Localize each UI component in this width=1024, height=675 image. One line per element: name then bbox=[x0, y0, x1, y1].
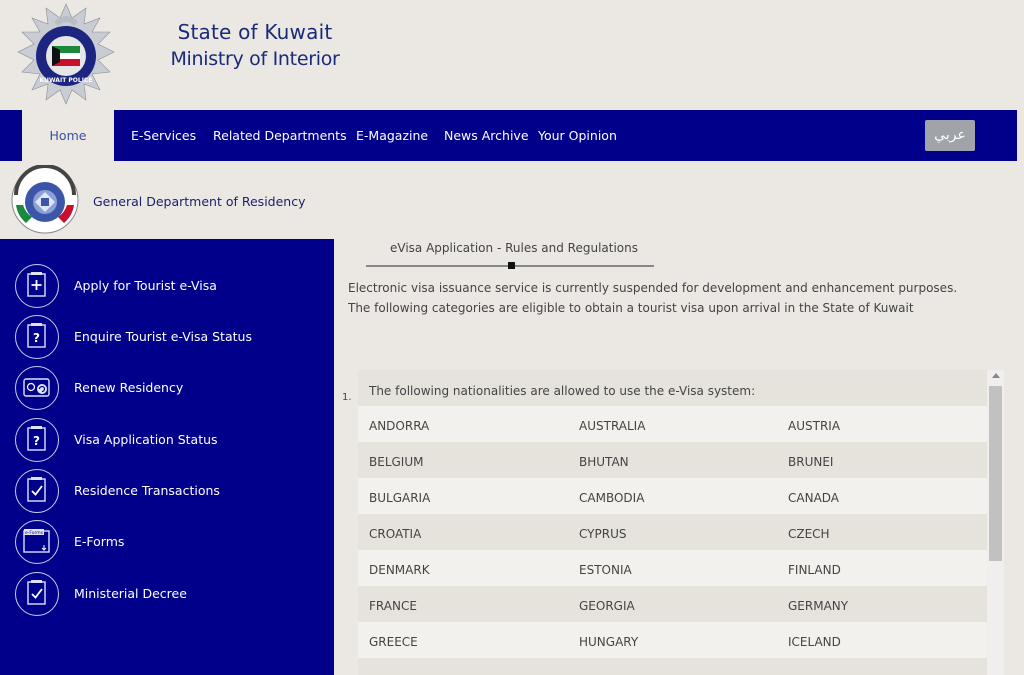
nav-home[interactable]: Home bbox=[22, 110, 114, 161]
e-forms-badge: e-Forms bbox=[25, 530, 44, 536]
nationality-cell: AUSTRIA bbox=[788, 419, 841, 433]
nationality-cell: FRANCE bbox=[369, 599, 417, 613]
svg-text:?: ? bbox=[33, 434, 40, 448]
nationality-cell: GREECE bbox=[369, 635, 418, 649]
e-forms-icon: e-Forms bbox=[15, 520, 59, 564]
form-check-icon bbox=[15, 469, 59, 513]
department-title: General Department of Residency bbox=[93, 194, 306, 209]
nationality-cell: FINLAND bbox=[788, 563, 841, 577]
section-title: eVisa Application - Rules and Regulation… bbox=[390, 241, 638, 255]
scroll-up-arrow-icon[interactable] bbox=[992, 373, 1000, 378]
logo-text: KUWAIT POLICE bbox=[40, 77, 93, 84]
nationality-cell: BHUTAN bbox=[579, 455, 629, 469]
nationality-cell: BRUNEI bbox=[788, 455, 834, 469]
service-notice: Electronic visa issuance service is curr… bbox=[348, 281, 958, 315]
main-nav: Home E-Services Related Departments E-Ma… bbox=[0, 110, 1017, 161]
list-number: 1. bbox=[342, 392, 352, 403]
sidebar-item-label: Residence Transactions bbox=[74, 483, 220, 498]
sidebar-item-ministerial-decree[interactable]: Ministerial Decree bbox=[0, 570, 334, 618]
sidebar-item-enquire-tourist-evisa-status[interactable]: ? Enquire Tourist e-Visa Status bbox=[0, 313, 334, 361]
form-question-icon: ? bbox=[15, 418, 59, 462]
table-row: FRANCE GEORGIA GERMANY bbox=[358, 586, 987, 622]
sidebar: Apply for Tourist e-Visa ? Enquire Touri… bbox=[0, 239, 334, 675]
table-header: The following nationalities are allowed … bbox=[358, 370, 987, 406]
table-row: ANDORRA AUSTRALIA AUSTRIA bbox=[358, 406, 987, 442]
language-toggle-button[interactable]: عربي bbox=[925, 120, 975, 151]
nationality-cell: CAMBODIA bbox=[579, 491, 645, 505]
sidebar-item-apply-tourist-evisa[interactable]: Apply for Tourist e-Visa bbox=[0, 262, 334, 310]
nav-news-archive[interactable]: News Archive bbox=[444, 110, 529, 161]
nav-your-opinion[interactable]: Your Opinion bbox=[538, 110, 617, 161]
nationality-cell: HUNGARY bbox=[579, 635, 639, 649]
nationality-cell: CZECH bbox=[788, 527, 830, 541]
sidebar-item-renew-residency[interactable]: Renew Residency bbox=[0, 364, 334, 412]
nationality-cell: CANADA bbox=[788, 491, 840, 505]
table-row: DENMARK ESTONIA FINLAND bbox=[358, 550, 987, 586]
table-row: BULGARIA CAMBODIA CANADA bbox=[358, 478, 987, 514]
sidebar-item-label: Enquire Tourist e-Visa Status bbox=[74, 329, 252, 344]
sidebar-item-visa-application-status[interactable]: ? Visa Application Status bbox=[0, 416, 334, 464]
nationalities-table[interactable]: The following nationalities are allowed … bbox=[358, 370, 987, 675]
title-divider-marker bbox=[508, 262, 515, 269]
form-check-icon bbox=[15, 572, 59, 616]
table-scrollbar[interactable] bbox=[987, 370, 1004, 675]
residency-department-logo[interactable] bbox=[10, 165, 80, 235]
table-row bbox=[358, 658, 987, 675]
form-question-icon: ? bbox=[15, 315, 59, 359]
sidebar-item-residence-transactions[interactable]: Residence Transactions bbox=[0, 467, 334, 515]
site-title: State of Kuwait Ministry of Interior bbox=[170, 20, 340, 70]
nationality-cell: ESTONIA bbox=[579, 563, 632, 577]
sidebar-item-label: Visa Application Status bbox=[74, 432, 218, 447]
nationality-cell: BULGARIA bbox=[369, 491, 431, 505]
nationality-cell: ICELAND bbox=[788, 635, 841, 649]
table-row: CROATIA CYPRUS CZECH bbox=[358, 514, 987, 550]
department-banner: General Department of Residency bbox=[0, 161, 1024, 239]
nationality-cell: ANDORRA bbox=[369, 419, 430, 433]
nationality-cell: GERMANY bbox=[788, 599, 849, 613]
form-plus-icon bbox=[15, 264, 59, 308]
scroll-thumb[interactable] bbox=[989, 386, 1002, 561]
nav-e-services[interactable]: E-Services bbox=[131, 110, 196, 161]
nationality-cell: AUSTRALIA bbox=[579, 419, 646, 433]
nationality-cell: GEORGIA bbox=[579, 599, 635, 613]
sidebar-item-label: E-Forms bbox=[74, 534, 125, 549]
sidebar-item-label: Ministerial Decree bbox=[74, 586, 187, 601]
id-card-renew-icon bbox=[15, 366, 59, 410]
kuwait-police-logo[interactable]: KUWAIT POLICE bbox=[14, 2, 118, 106]
site-title-line1: State of Kuwait bbox=[177, 20, 333, 44]
sidebar-item-e-forms[interactable]: e-Forms E-Forms bbox=[0, 518, 334, 566]
sidebar-item-label: Renew Residency bbox=[74, 380, 184, 395]
nationality-cell: CYPRUS bbox=[579, 527, 627, 541]
main-content: eVisa Application - Rules and Regulation… bbox=[334, 239, 1024, 675]
table-row: BELGIUM BHUTAN BRUNEI bbox=[358, 442, 987, 478]
nav-related-departments[interactable]: Related Departments bbox=[213, 110, 347, 161]
svg-text:?: ? bbox=[33, 331, 40, 345]
nationality-cell: DENMARK bbox=[369, 563, 430, 577]
nationality-cell: BELGIUM bbox=[369, 455, 424, 469]
table-row: GREECE HUNGARY ICELAND bbox=[358, 622, 987, 658]
site-header: KUWAIT POLICE State of Kuwait Ministry o… bbox=[0, 0, 1024, 110]
nationality-cell: CROATIA bbox=[369, 527, 422, 541]
sidebar-item-label: Apply for Tourist e-Visa bbox=[74, 278, 217, 293]
nav-e-magazine[interactable]: E-Magazine bbox=[356, 110, 428, 161]
site-title-line2: Ministry of Interior bbox=[170, 48, 340, 70]
